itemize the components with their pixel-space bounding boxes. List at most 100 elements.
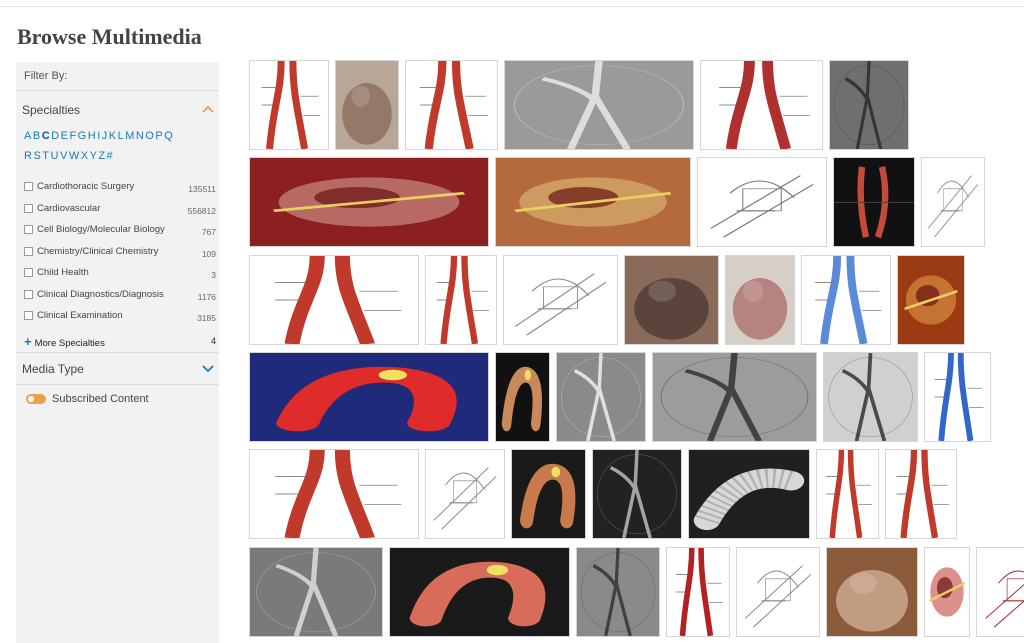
page-title: Browse Multimedia: [17, 24, 202, 49]
media-thumbnail[interactable]: [652, 352, 817, 442]
specialty-item[interactable]: Cardiovascular 556812: [24, 202, 216, 224]
letter-filter-g[interactable]: G: [78, 130, 87, 142]
specialty-item[interactable]: Child Health 3: [24, 266, 216, 288]
media-thumbnail[interactable]: [592, 449, 682, 539]
media-thumbnail[interactable]: [885, 449, 957, 539]
letter-filter-u[interactable]: U: [51, 150, 59, 162]
media-type-toggle[interactable]: Media Type: [22, 362, 214, 376]
media-thumbnail[interactable]: [897, 255, 965, 345]
toggle-switch[interactable]: [26, 394, 46, 405]
checkbox[interactable]: [24, 225, 33, 234]
thumbnail-image: [577, 548, 659, 636]
thumbnail-image: [250, 353, 488, 441]
specialty-count: 3: [211, 270, 216, 280]
specialty-item[interactable]: Cardiothoracic Surgery 135511: [24, 180, 216, 202]
media-thumbnail[interactable]: [503, 255, 618, 345]
thumbnail-image: [922, 158, 984, 246]
media-thumbnail[interactable]: [425, 449, 505, 539]
specialty-item[interactable]: Clinical Diagnostics/Diagnosis 1176: [24, 288, 216, 310]
letter-filter-y[interactable]: Y: [90, 150, 98, 162]
media-thumbnail[interactable]: [924, 547, 970, 637]
specialty-count: 109: [201, 248, 216, 259]
media-thumbnail[interactable]: [725, 255, 795, 345]
media-thumbnail[interactable]: [976, 547, 1024, 637]
letter-filter-w[interactable]: W: [69, 150, 80, 162]
letter-filter-j[interactable]: J: [102, 130, 108, 142]
specialty-count: 767: [201, 227, 216, 237]
media-thumbnail[interactable]: [736, 547, 820, 637]
specialty-item[interactable]: Clinical Examination 3185: [24, 309, 216, 331]
more-specialties-link[interactable]: + More Specialties 4: [24, 334, 216, 349]
letter-filter-q[interactable]: Q: [164, 130, 173, 142]
thumbnail-image: [698, 158, 826, 246]
letter-filter-p[interactable]: P: [155, 130, 163, 142]
media-thumbnail[interactable]: [556, 352, 646, 442]
media-thumbnail[interactable]: [405, 60, 498, 150]
media-thumbnail[interactable]: [335, 60, 399, 150]
letter-filter-hash[interactable]: #: [107, 150, 114, 162]
letter-filter-r[interactable]: R: [24, 150, 32, 162]
media-thumbnail[interactable]: [816, 449, 879, 539]
media-thumbnail[interactable]: [495, 157, 691, 247]
letter-filter-e[interactable]: E: [61, 130, 69, 142]
letter-filter-s[interactable]: S: [33, 150, 41, 162]
letter-filter-t[interactable]: T: [42, 150, 49, 162]
specialties-toggle[interactable]: Specialties: [22, 103, 214, 117]
media-thumbnail[interactable]: [833, 157, 915, 247]
checkbox[interactable]: [24, 182, 33, 191]
media-thumbnail[interactable]: [511, 449, 586, 539]
media-thumbnail[interactable]: [425, 255, 497, 345]
checkbox[interactable]: [24, 203, 33, 213]
more-specialties-label: More Specialties: [34, 338, 105, 349]
specialty-item[interactable]: Chemistry/Clinical Chemistry 109: [24, 245, 216, 267]
media-thumbnail[interactable]: [249, 255, 419, 345]
media-thumbnail[interactable]: [249, 157, 489, 247]
media-thumbnail[interactable]: [666, 547, 730, 637]
media-thumbnail[interactable]: [924, 352, 991, 442]
letter-filter-i[interactable]: I: [97, 130, 101, 142]
checkbox[interactable]: [24, 246, 33, 256]
letter-filter-n[interactable]: N: [136, 130, 144, 142]
media-thumbnail[interactable]: [249, 352, 489, 442]
media-thumbnail[interactable]: [249, 60, 329, 150]
letter-filter-x[interactable]: X: [81, 150, 89, 162]
media-thumbnail[interactable]: [249, 547, 383, 637]
checkbox[interactable]: [24, 311, 33, 320]
media-thumbnail[interactable]: [504, 60, 694, 150]
media-thumbnail[interactable]: [576, 547, 660, 637]
checkbox[interactable]: [24, 268, 33, 277]
letter-filter-o[interactable]: O: [145, 130, 154, 142]
specialty-count: 3185: [197, 313, 216, 323]
letter-filter-m[interactable]: M: [125, 130, 135, 142]
media-thumbnail[interactable]: [700, 60, 823, 150]
media-thumbnail[interactable]: [826, 547, 918, 637]
letter-filter-v[interactable]: V: [60, 150, 68, 162]
letter-filter-c[interactable]: C: [42, 130, 50, 142]
media-thumbnail[interactable]: [624, 255, 719, 345]
checkbox[interactable]: [24, 289, 33, 299]
media-thumbnail[interactable]: [921, 157, 985, 247]
media-thumbnail[interactable]: [829, 60, 909, 150]
media-thumbnail[interactable]: [697, 157, 827, 247]
media-thumbnail[interactable]: [389, 547, 570, 637]
letter-filter-z[interactable]: Z: [98, 150, 105, 162]
letter-filter-k[interactable]: K: [109, 130, 117, 142]
letter-filter-b[interactable]: B: [33, 130, 41, 142]
letter-filter-h[interactable]: H: [88, 130, 96, 142]
thumbnail-image: [250, 548, 382, 636]
thumbnail-image: [426, 450, 504, 538]
letter-filter-d[interactable]: D: [51, 130, 59, 142]
specialty-count: 556812: [187, 205, 216, 216]
media-thumbnail[interactable]: [801, 255, 891, 345]
thumbnail-image: [406, 61, 497, 149]
letter-filter-a[interactable]: A: [24, 130, 32, 142]
letter-filter-l[interactable]: L: [118, 130, 125, 142]
thumbnail-image: [593, 450, 681, 538]
media-thumbnail[interactable]: [249, 449, 419, 539]
media-thumbnail[interactable]: [823, 352, 918, 442]
subscribed-content-toggle[interactable]: Subscribed Content: [26, 393, 149, 405]
media-thumbnail[interactable]: [495, 352, 550, 442]
media-thumbnail[interactable]: [688, 449, 810, 539]
specialty-item[interactable]: Cell Biology/Molecular Biology 767: [24, 223, 216, 245]
letter-filter-f[interactable]: F: [69, 130, 76, 142]
